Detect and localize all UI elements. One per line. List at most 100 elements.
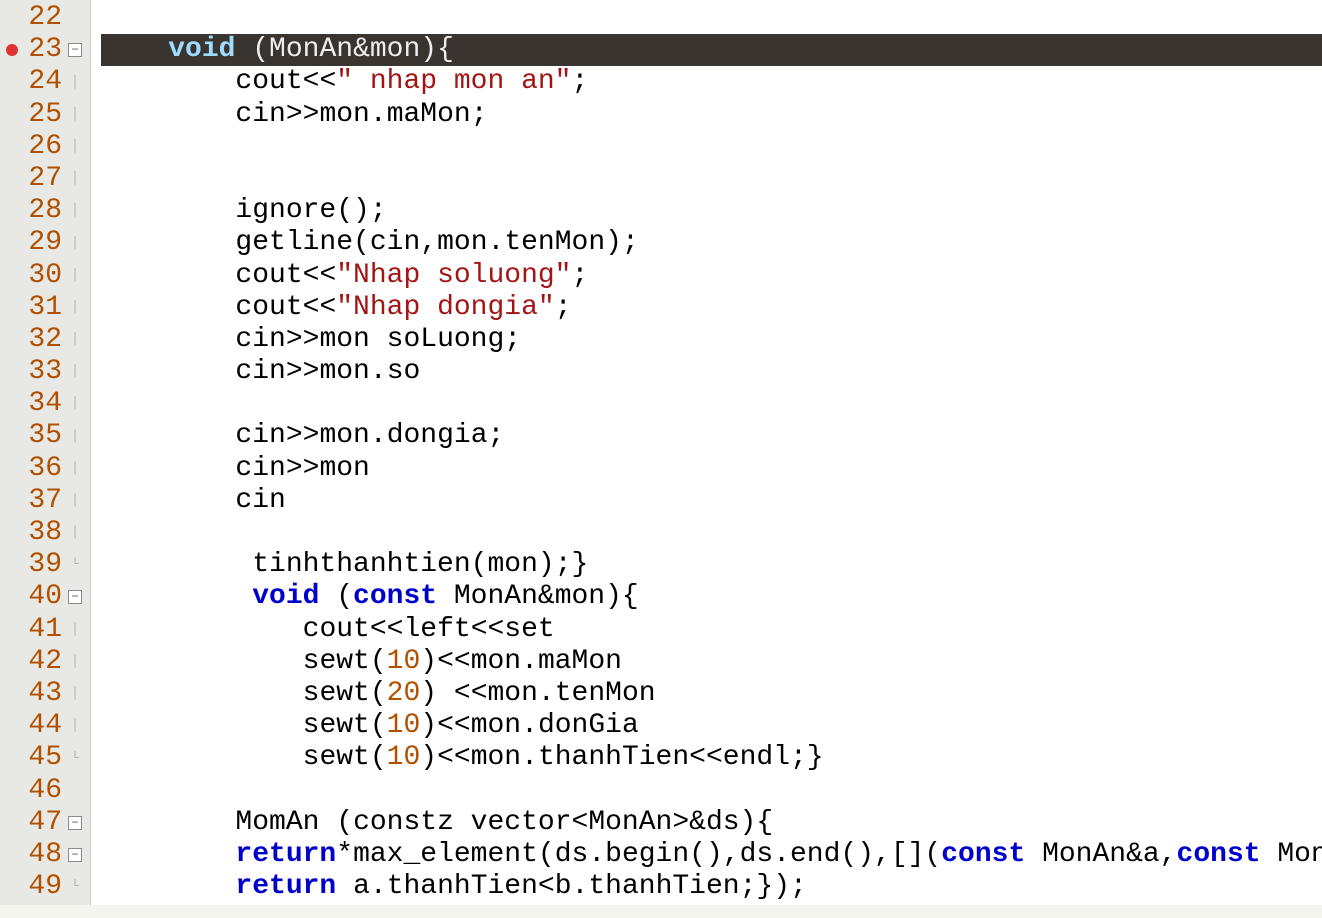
fold-guide: │ — [68, 687, 82, 701]
code-line[interactable]: sewt(10)<<mon.thanhTien<<endl;} — [101, 742, 1322, 774]
token-op: )<< — [420, 646, 470, 678]
code-line[interactable]: sewt(10)<<mon.donGia — [101, 710, 1322, 742]
code-line[interactable]: cout<<"Nhap soluong"; — [101, 260, 1322, 292]
code-line[interactable]: sewt(10)<<mon.maMon — [101, 646, 1322, 678]
line-number: 44│ — [0, 710, 90, 742]
code-line[interactable] — [101, 131, 1322, 163]
token-id: mon — [319, 420, 369, 452]
token-id: donGia — [538, 710, 639, 742]
line-number: 28│ — [0, 195, 90, 227]
token-op: ( — [336, 807, 353, 839]
token-id: cin — [235, 324, 285, 356]
line-number: 40 — [0, 581, 90, 613]
token-op: >> — [286, 99, 320, 131]
line-number: 49└ — [0, 871, 90, 903]
code-line[interactable] — [101, 775, 1322, 807]
fold-guide: │ — [68, 494, 82, 508]
token-id: mon — [471, 646, 521, 678]
token-op: ){ — [740, 807, 774, 839]
code-line[interactable]: void (MonAn&mon){ — [101, 34, 1322, 66]
code-line[interactable]: cin>>mon.so — [101, 356, 1322, 388]
line-number: 22 — [0, 2, 90, 34]
token-op: . — [521, 710, 538, 742]
token-op: . — [370, 420, 387, 452]
token-id: mon soLuong — [319, 324, 504, 356]
fold-guide: │ — [68, 462, 82, 476]
token-op: ( — [370, 710, 387, 742]
token-id: endl — [723, 742, 790, 774]
token-id: cin — [235, 356, 285, 388]
token-fn: sewt — [303, 742, 370, 774]
token-id: tenMon — [504, 227, 605, 259]
fold-guide: │ — [68, 623, 82, 637]
token-op: < — [572, 807, 589, 839]
token-id: cout — [303, 614, 370, 646]
fold-guide: │ — [68, 108, 82, 122]
fold-toggle-icon[interactable] — [68, 816, 82, 830]
code-line[interactable]: tinhthanhtien(mon);} — [101, 549, 1322, 581]
code-line[interactable]: cin>>mon soLuong; — [101, 324, 1322, 356]
code-area[interactable]: void (MonAn&mon){ cout<<" nhap mon an"; … — [90, 0, 1322, 905]
code-line[interactable] — [101, 163, 1322, 195]
code-line[interactable]: void (const MonAn&mon){ — [101, 581, 1322, 613]
code-line[interactable]: MomAn (constz vector<MonAn>&ds){ — [101, 807, 1322, 839]
line-number: 33│ — [0, 356, 90, 388]
line-number: 32│ — [0, 324, 90, 356]
token-id: cin — [370, 227, 420, 259]
code-line[interactable]: cin — [101, 485, 1322, 517]
token-op: >> — [286, 324, 320, 356]
token-id: b — [555, 871, 572, 903]
code-line[interactable] — [101, 517, 1322, 549]
line-number: 45└ — [0, 742, 90, 774]
code-line[interactable]: cin>>mon.maMon; — [101, 99, 1322, 131]
fold-guide: │ — [68, 719, 82, 733]
token-id: MonAn — [588, 807, 672, 839]
token-id: mon — [319, 99, 369, 131]
code-line[interactable]: cout<<" nhap mon an"; — [101, 66, 1322, 98]
token-id: mon — [370, 34, 420, 66]
fold-toggle-icon[interactable] — [68, 590, 82, 604]
token-op: ( — [319, 581, 353, 613]
code-editor[interactable]: 222324│25│26│27│28│29│30│31│32│33│34│35│… — [0, 0, 1322, 905]
code-line[interactable]: sewt(20) <<mon.tenMon — [101, 678, 1322, 710]
token-op: ;}); — [740, 871, 807, 903]
line-number: 24│ — [0, 66, 90, 98]
token-op: . — [521, 742, 538, 774]
token-id: ds — [706, 807, 740, 839]
token-op — [336, 871, 353, 903]
token-op: << — [303, 66, 337, 98]
fold-guide: │ — [68, 204, 82, 218]
line-number: 27│ — [0, 163, 90, 195]
token-op: . — [521, 646, 538, 678]
token-op: << — [303, 260, 337, 292]
token-kw: const — [941, 839, 1025, 871]
code-line[interactable]: cout<<"Nhap dongia"; — [101, 292, 1322, 324]
code-line[interactable]: cin>>mon — [101, 453, 1322, 485]
token-id: maMon — [538, 646, 622, 678]
token-id: ds — [740, 839, 774, 871]
token-op: >& — [672, 807, 706, 839]
token-op: ; — [572, 260, 589, 292]
code-line[interactable] — [101, 388, 1322, 420]
line-number: 31│ — [0, 292, 90, 324]
token-op: . — [370, 871, 387, 903]
code-line[interactable]: return a.thanhTien<b.thanhTien;}); — [101, 871, 1322, 903]
token-id: maMon — [387, 99, 471, 131]
code-line[interactable] — [101, 2, 1322, 34]
token-fn: tinhthanhtien — [235, 549, 470, 581]
code-line[interactable]: return*max_element(ds.begin(),ds.end(),[… — [101, 839, 1322, 871]
fold-toggle-icon[interactable] — [68, 848, 82, 862]
token-id: MonAn — [1042, 839, 1126, 871]
token-op: ( — [538, 839, 555, 871]
token-id: mon — [487, 549, 537, 581]
token-kw: const — [353, 581, 437, 613]
token-fn: end — [790, 839, 840, 871]
code-line[interactable]: cout<<left<<set — [101, 614, 1322, 646]
token-op: & — [1126, 839, 1143, 871]
line-number: 26│ — [0, 131, 90, 163]
token-id: cin — [235, 99, 285, 131]
code-line[interactable]: ignore(); — [101, 195, 1322, 227]
fold-toggle-icon[interactable] — [68, 43, 82, 57]
code-line[interactable]: getline(cin,mon.tenMon); — [101, 227, 1322, 259]
code-line[interactable]: cin>>mon.dongia; — [101, 420, 1322, 452]
